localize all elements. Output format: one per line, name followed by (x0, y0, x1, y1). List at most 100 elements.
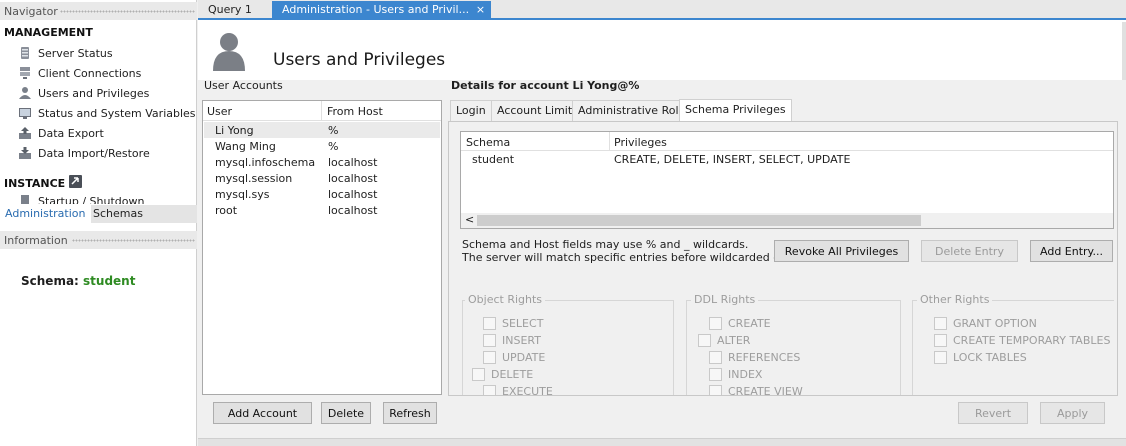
table-row[interactable]: mysql.sys localhost (204, 186, 440, 202)
variables-icon (18, 106, 32, 120)
row-privileges: CREATE, DELETE, INSERT, SELECT, UPDATE (614, 153, 851, 166)
nav-data-import[interactable]: Data Import/Restore (18, 144, 150, 162)
details-title: Details for account Li Yong@% (451, 79, 640, 92)
horizontal-scrollbar[interactable]: < (461, 213, 1113, 228)
nav-client-connections[interactable]: Client Connections (18, 64, 141, 82)
nav-startup-shutdown[interactable]: Startup / Shutdown (18, 192, 144, 204)
cell-host: localhost (328, 204, 378, 217)
checkbox-icon[interactable] (934, 317, 947, 330)
nav-users-and-privileges[interactable]: Users and Privileges (18, 84, 149, 102)
tab-schema-privileges[interactable]: Schema Privileges (679, 99, 792, 122)
privilege-label: INSERT (502, 334, 541, 347)
startup-icon (18, 194, 32, 204)
privilege-label: CREATE (728, 317, 771, 330)
privilege-checkbox[interactable]: ALTER (698, 334, 750, 347)
privilege-label: DELETE (491, 368, 534, 381)
information-title: Information (4, 234, 68, 247)
add-entry-button[interactable]: Add Entry... (1030, 240, 1113, 262)
table-row[interactable]: mysql.infoschema localhost (204, 154, 440, 170)
column-header-privileges[interactable]: Privileges (614, 136, 667, 149)
cell-user: mysql.session (215, 172, 293, 185)
nav-label: Data Import/Restore (38, 146, 150, 160)
close-tab-icon[interactable]: × (476, 3, 485, 16)
table-row[interactable]: root localhost (204, 202, 440, 218)
instance-icon (69, 175, 83, 191)
subtab-administration[interactable]: Administration (0, 205, 91, 223)
cell-host: localhost (328, 156, 378, 169)
checkbox-icon[interactable] (472, 368, 485, 381)
nav-status-variables[interactable]: Status and System Variables (18, 104, 196, 122)
nav-label: Startup / Shutdown (38, 194, 145, 205)
tab-account-limits[interactable]: Account Limits (491, 100, 584, 121)
privilege-checkbox[interactable]: CREATE TEMPORARY TABLES (934, 334, 1110, 347)
privilege-label: EXECUTE (502, 385, 553, 395)
revoke-all-privileges-button[interactable]: Revoke All Privileges (774, 240, 909, 262)
checkbox-icon[interactable] (483, 317, 496, 330)
import-icon (18, 146, 32, 160)
apply-button[interactable]: Apply (1040, 402, 1105, 424)
add-account-button[interactable]: Add Account (213, 402, 312, 424)
users-icon (18, 86, 32, 100)
checkbox-icon[interactable] (709, 368, 722, 381)
ddl-rights-title: DDL Rights (691, 295, 759, 306)
nav-server-status[interactable]: Server Status (18, 44, 113, 62)
privilege-checkbox[interactable]: EXECUTE (483, 385, 553, 395)
privilege-checkbox[interactable]: DELETE (472, 368, 533, 381)
checkbox-icon[interactable] (934, 334, 947, 347)
schema-label: Schema: (21, 274, 79, 288)
tab-administration-users[interactable]: Administration - Users and Privil... × (272, 1, 492, 20)
navigator-title: Navigator (4, 5, 58, 18)
table-row[interactable]: mysql.session localhost (204, 170, 440, 186)
privilege-label: CREATE VIEW (728, 385, 803, 395)
table-row[interactable]: student CREATE, DELETE, INSERT, SELECT, … (461, 152, 1113, 169)
table-row[interactable]: Wang Ming% (204, 138, 440, 154)
checkbox-icon[interactable] (483, 334, 496, 347)
tab-query-1[interactable]: Query 1 (198, 1, 262, 20)
schema-privileges-table: Schema Privileges student CREATE, DELETE… (460, 131, 1114, 229)
page-title: Users and Privileges (273, 50, 446, 70)
table-row[interactable]: Li Yong% (204, 122, 440, 138)
privilege-checkbox[interactable]: CREATE VIEW (709, 385, 803, 395)
privilege-checkbox[interactable]: INDEX (709, 368, 762, 381)
revert-button[interactable]: Revert (958, 402, 1028, 424)
checkbox-icon[interactable] (709, 351, 722, 364)
checkbox-icon[interactable] (934, 351, 947, 364)
cell-user: root (215, 204, 238, 217)
privilege-checkbox[interactable]: GRANT OPTION (934, 317, 1037, 330)
column-header-schema[interactable]: Schema (466, 136, 510, 149)
main-area: Query 1 Administration - Users and Privi… (198, 0, 1126, 446)
subtab-schemas[interactable]: Schemas (88, 205, 148, 223)
privilege-checkbox[interactable]: CREATE (709, 317, 771, 330)
column-header-host[interactable]: From Host (327, 105, 383, 118)
checkbox-icon[interactable] (483, 385, 496, 395)
nav-data-export[interactable]: Data Export (18, 124, 104, 142)
checkbox-icon[interactable] (709, 317, 722, 330)
delete-entry-button[interactable]: Delete Entry (921, 240, 1018, 262)
rights-section: Object Rights DDL Rights Other Rights SE… (460, 295, 1114, 395)
user-avatar-icon (213, 31, 245, 74)
privilege-checkbox[interactable]: SELECT (483, 317, 543, 330)
refresh-button[interactable]: Refresh (383, 402, 437, 424)
privilege-label: INDEX (728, 368, 763, 381)
privilege-label: SELECT (502, 317, 544, 330)
delete-account-button[interactable]: Delete (321, 402, 371, 424)
scroll-left-icon[interactable]: < (465, 213, 474, 226)
cell-host: % (328, 124, 339, 137)
scrollbar-thumb[interactable] (477, 215, 921, 226)
checkbox-icon[interactable] (698, 334, 711, 347)
privilege-checkbox[interactable]: REFERENCES (709, 351, 800, 364)
information-header: Information (0, 231, 197, 249)
privilege-label: GRANT OPTION (953, 317, 1037, 330)
privilege-checkbox[interactable]: INSERT (483, 334, 541, 347)
checkbox-icon[interactable] (709, 385, 722, 395)
checkbox-icon[interactable] (483, 351, 496, 364)
privilege-label: LOCK TABLES (953, 351, 1027, 364)
privilege-label: CREATE TEMPORARY TABLES (953, 334, 1111, 347)
tab-login[interactable]: Login (450, 100, 492, 121)
column-header-user[interactable]: User (207, 105, 232, 118)
schema-info: Schema: student (21, 274, 135, 288)
privilege-checkbox[interactable]: LOCK TABLES (934, 351, 1027, 364)
privilege-checkbox[interactable]: UPDATE (483, 351, 545, 364)
other-rights-group (912, 300, 1114, 395)
cell-user: mysql.sys (215, 188, 270, 201)
